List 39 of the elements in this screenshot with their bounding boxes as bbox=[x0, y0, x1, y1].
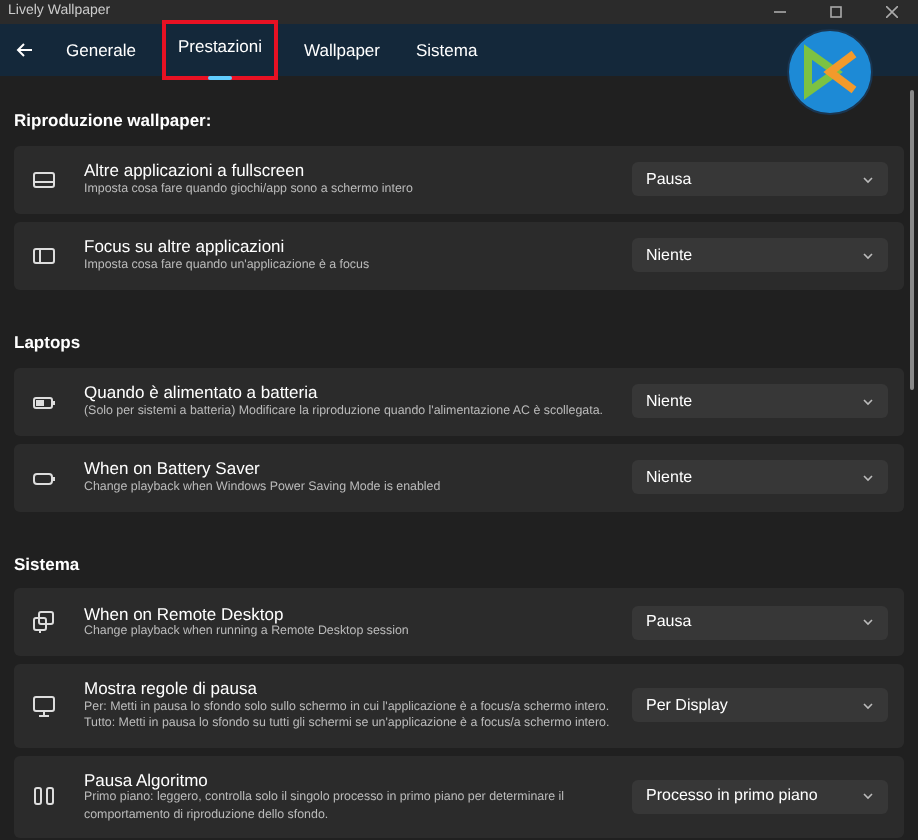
chevron-down-icon bbox=[862, 792, 874, 801]
setting-title: Pausa Algoritmo bbox=[84, 769, 210, 790]
nav-tab[interactable]: Generale bbox=[62, 31, 140, 69]
dropdown[interactable]: Pausa bbox=[632, 605, 888, 640]
close-icon[interactable] bbox=[886, 6, 898, 18]
maximize-icon[interactable] bbox=[830, 6, 842, 18]
section-heading: Riproduzione wallpaper: bbox=[14, 108, 214, 134]
nav-tab[interactable]: Wallpaper bbox=[300, 31, 384, 69]
dropdown[interactable]: Per Display bbox=[632, 688, 888, 723]
chevron-down-icon bbox=[862, 701, 874, 710]
pause-icon bbox=[32, 784, 56, 809]
panel-icon bbox=[32, 243, 56, 268]
setting-title: Altre applicazioni a fullscreen bbox=[84, 160, 307, 182]
back-icon[interactable] bbox=[16, 42, 34, 58]
setting-title: Quando è alimentato a batteria bbox=[84, 382, 320, 404]
dropdown[interactable]: Niente bbox=[632, 384, 888, 418]
chevron-down-icon bbox=[862, 473, 874, 481]
dropdown[interactable]: Niente bbox=[632, 460, 888, 494]
setting-title: Mostra regole di pausa bbox=[84, 678, 259, 700]
chevron-down-icon bbox=[862, 618, 874, 627]
minimize-icon[interactable] bbox=[774, 6, 786, 18]
dropdown[interactable]: Processo in primo piano bbox=[632, 779, 888, 814]
setting-title: When on Remote Desktop bbox=[84, 603, 284, 625]
section-heading: Sistema bbox=[14, 551, 82, 577]
chevron-down-icon bbox=[862, 175, 874, 184]
logo-icon bbox=[786, 28, 874, 116]
setting-title: Focus su altre applicazioni bbox=[84, 236, 287, 258]
setting-title: When on Battery Saver bbox=[84, 458, 262, 480]
monitor-icon bbox=[32, 167, 56, 192]
dropdown[interactable]: Pausa bbox=[632, 162, 888, 197]
monitor-icon bbox=[32, 693, 56, 718]
section-heading: Laptops bbox=[14, 329, 83, 356]
remote-desktop-icon bbox=[32, 610, 56, 635]
scrollbar[interactable] bbox=[910, 90, 914, 390]
dropdown[interactable]: Niente bbox=[632, 238, 888, 273]
nav-tab[interactable]: Prestazioni bbox=[167, 26, 273, 74]
nav-tab[interactable]: Sistema bbox=[411, 31, 482, 69]
chevron-down-icon bbox=[862, 251, 874, 260]
chevron-down-icon bbox=[862, 397, 874, 405]
